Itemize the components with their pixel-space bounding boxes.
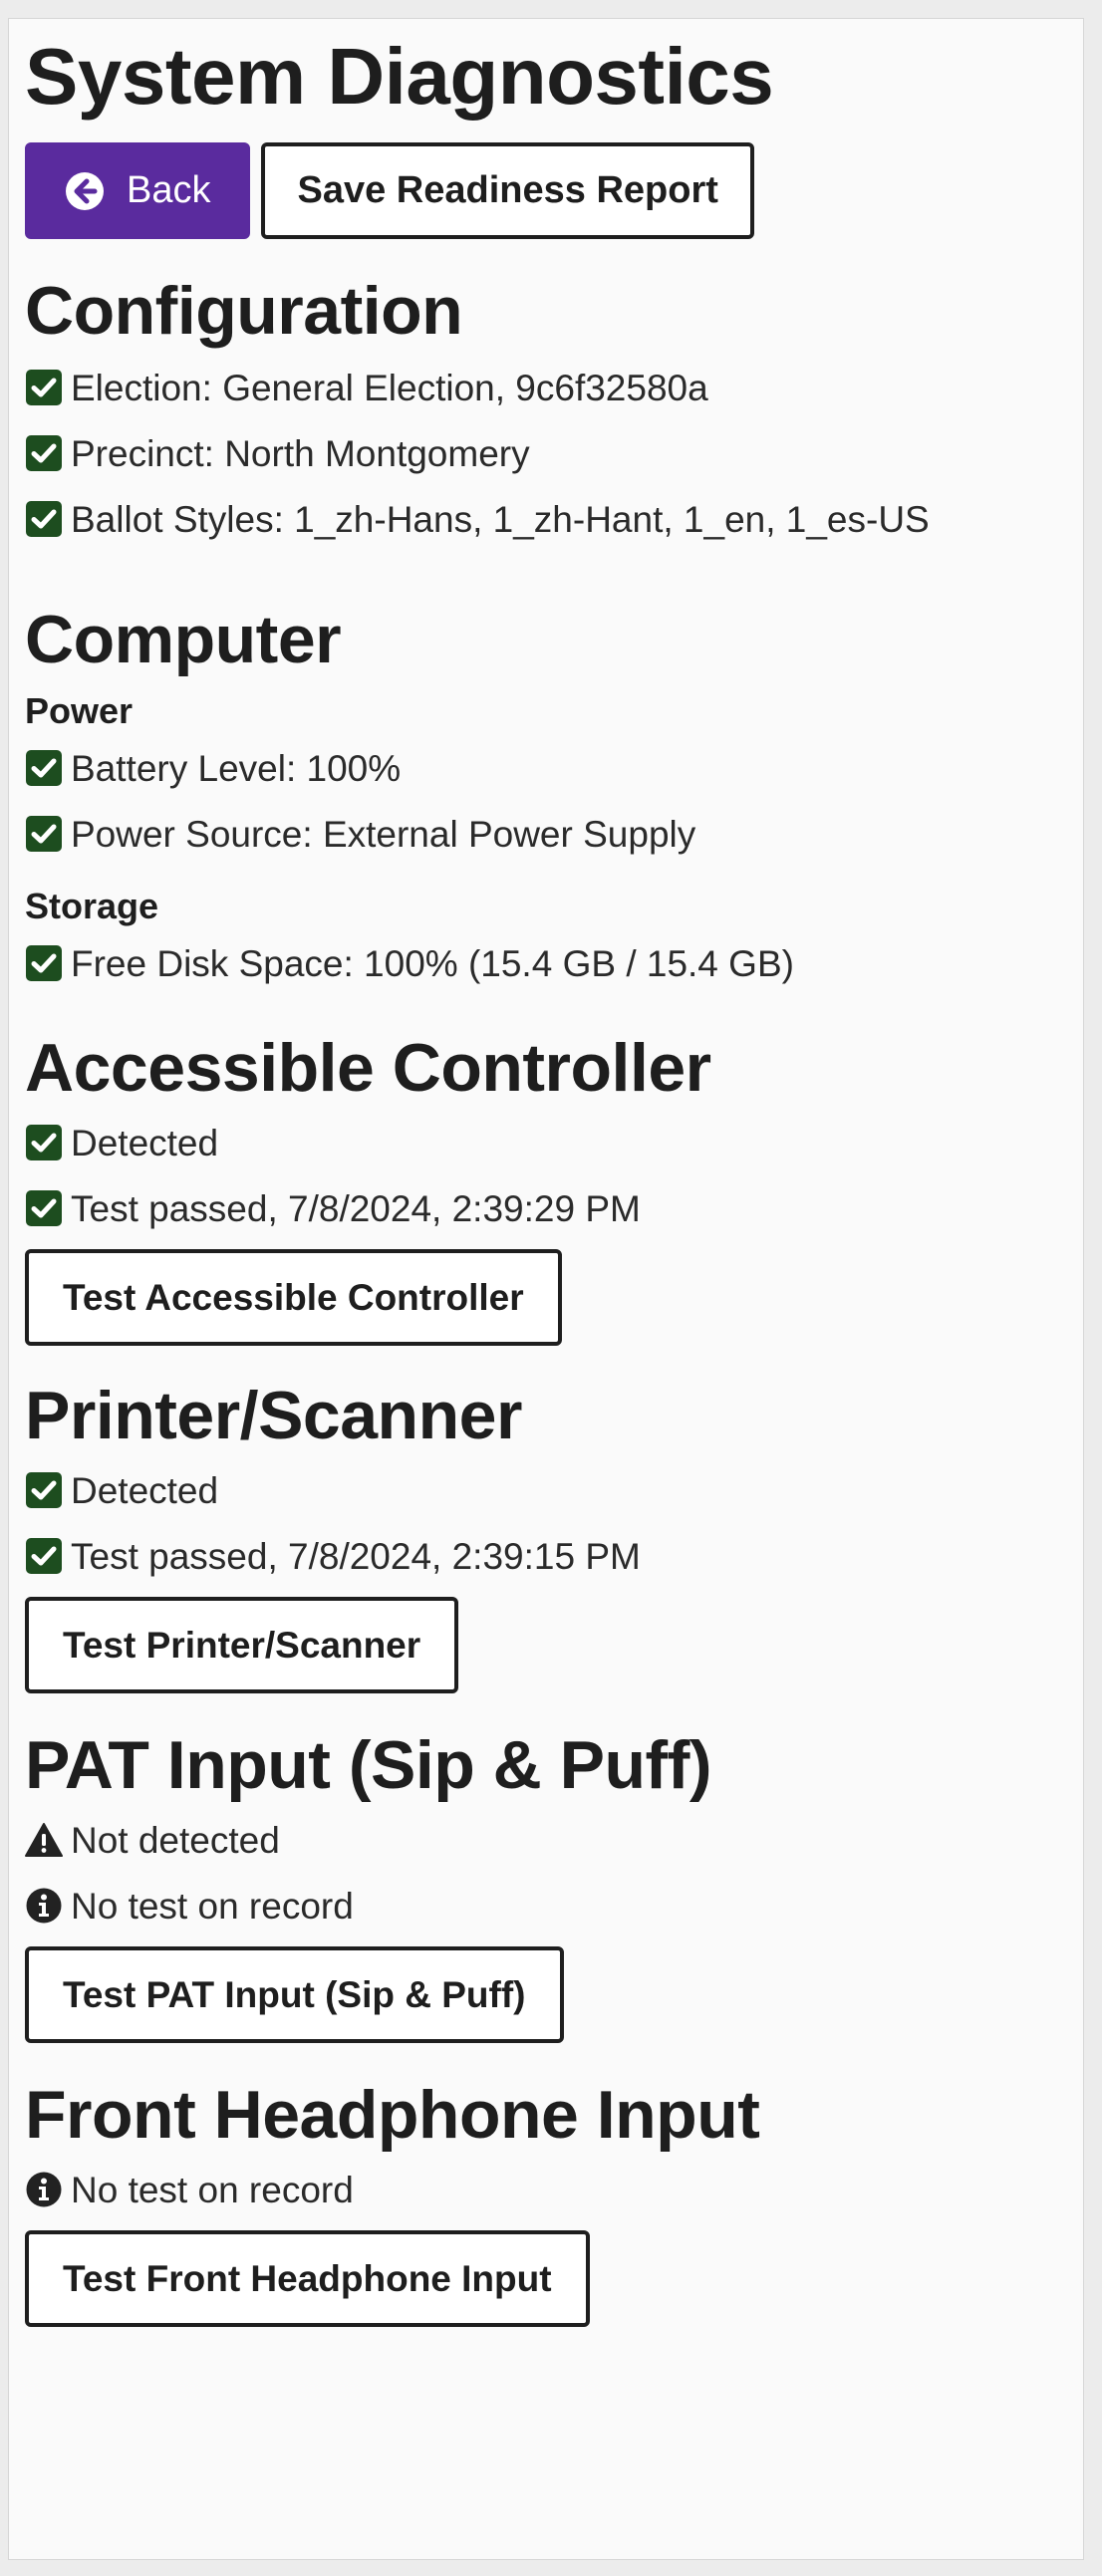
config-election: Election: General Election, 9c6f32580a [71, 367, 708, 408]
config-precinct: Precinct: North Montgomery [71, 432, 530, 474]
printer-scanner-section: Printer/Scanner Detected Test passed, 7/… [25, 1382, 1067, 1693]
list-item: Battery Level: 100% [25, 735, 1067, 801]
list-item: Power Source: External Power Supply [25, 801, 1067, 867]
storage-heading: Storage [25, 886, 159, 926]
list-item: Test passed, 7/8/2024, 2:39:29 PM [25, 1175, 1067, 1241]
check-icon [25, 500, 63, 538]
list-item: Precinct: North Montgomery [25, 420, 1067, 486]
list-item: Detected [25, 1457, 1067, 1523]
list-item: Ballot Styles: 1_zh-Hans, 1_zh-Hant, 1_e… [25, 486, 1067, 552]
check-icon [25, 1189, 63, 1227]
power-heading: Power [25, 690, 134, 731]
check-icon [25, 1471, 63, 1509]
pat-detected-status: Not detected [71, 1819, 280, 1861]
config-ballot-styles: Ballot Styles: 1_zh-Hans, 1_zh-Hant, 1_e… [71, 498, 930, 540]
pat-input-section: PAT Input (Sip & Puff) Not detected No t… [25, 1731, 1067, 2043]
controller-detected: Detected [71, 1122, 219, 1163]
info-icon [25, 2171, 63, 2208]
configuration-section: Configuration Election: General Election… [25, 277, 1067, 552]
check-icon [25, 815, 63, 853]
computer-section: Computer Power Battery Level: 100% Power… [25, 606, 1067, 996]
save-readiness-report-button[interactable]: Save Readiness Report [261, 142, 754, 239]
circle-arrow-left-icon [65, 171, 127, 211]
pat-test-status: No test on record [71, 1885, 354, 1927]
headphone-input-section: Front Headphone Input No test on record … [25, 2081, 1067, 2327]
list-item: Election: General Election, 9c6f32580a [25, 355, 1067, 420]
headphone-test-status: No test on record [71, 2169, 354, 2210]
check-icon [25, 944, 63, 982]
check-icon [25, 1124, 63, 1161]
info-icon [25, 1887, 63, 1925]
section-heading: PAT Input (Sip & Puff) [25, 1727, 712, 1803]
section-heading: Front Headphone Input [25, 2077, 760, 2153]
list-item: Free Disk Space: 100% (15.4 GB / 15.4 GB… [25, 930, 1067, 996]
list-item: Not detected [25, 1807, 1067, 1873]
test-front-headphone-input-button[interactable]: Test Front Headphone Input [25, 2230, 590, 2327]
test-accessible-controller-button[interactable]: Test Accessible Controller [25, 1249, 562, 1346]
list-item: Detected [25, 1110, 1067, 1175]
accessible-controller-section: Accessible Controller Detected Test pass… [25, 1034, 1067, 1346]
power-source: Power Source: External Power Supply [71, 813, 696, 855]
list-item: No test on record [25, 1873, 1067, 1938]
list-item: No test on record [25, 2157, 1067, 2222]
test-printer-scanner-button[interactable]: Test Printer/Scanner [25, 1597, 459, 1693]
list-item: Test passed, 7/8/2024, 2:39:15 PM [25, 1523, 1067, 1589]
battery-level: Battery Level: 100% [71, 747, 402, 789]
section-heading: Accessible Controller [25, 1030, 711, 1106]
printer-test-status: Test passed, 7/8/2024, 2:39:15 PM [71, 1535, 641, 1577]
section-heading: Computer [25, 602, 342, 677]
section-heading: Printer/Scanner [25, 1378, 522, 1453]
test-pat-input-button[interactable]: Test PAT Input (Sip & Puff) [25, 1946, 564, 2043]
toolbar: Back Save Readiness Report [25, 142, 1067, 239]
diagnostics-page: System Diagnostics Back Save Readiness R… [8, 18, 1084, 2560]
back-button[interactable]: Back [25, 142, 251, 239]
back-button-label: Back [127, 169, 211, 211]
warning-icon [25, 1821, 63, 1859]
check-icon [25, 434, 63, 472]
check-icon [25, 369, 63, 406]
section-heading: Configuration [25, 273, 463, 349]
free-disk-space: Free Disk Space: 100% (15.4 GB / 15.4 GB… [71, 942, 794, 984]
printer-detected: Detected [71, 1469, 219, 1511]
check-icon [25, 749, 63, 787]
page-title: System Diagnostics [25, 32, 774, 121]
controller-test-status: Test passed, 7/8/2024, 2:39:29 PM [71, 1187, 641, 1229]
check-icon [25, 1537, 63, 1575]
